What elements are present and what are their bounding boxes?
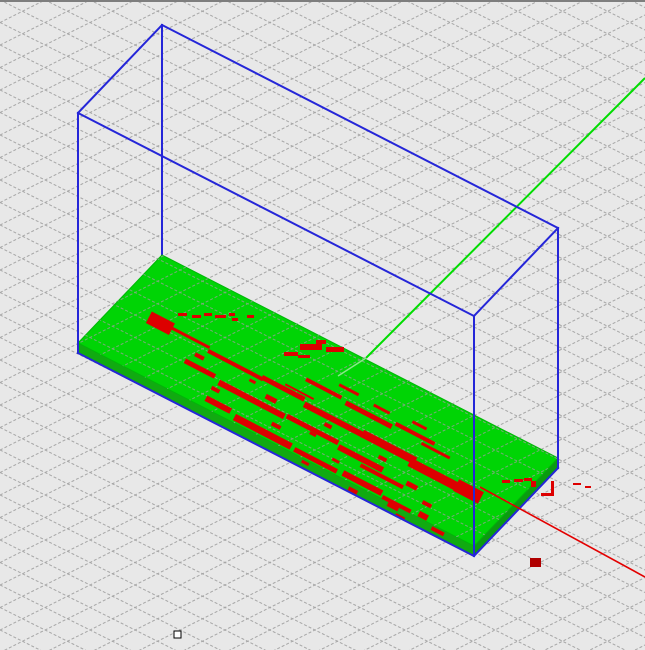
viewport-top-border (0, 0, 645, 2)
scene-canvas[interactable] (0, 0, 645, 650)
origin-marker-handle[interactable] (173, 630, 182, 639)
cad-3d-viewport[interactable] (0, 0, 645, 650)
